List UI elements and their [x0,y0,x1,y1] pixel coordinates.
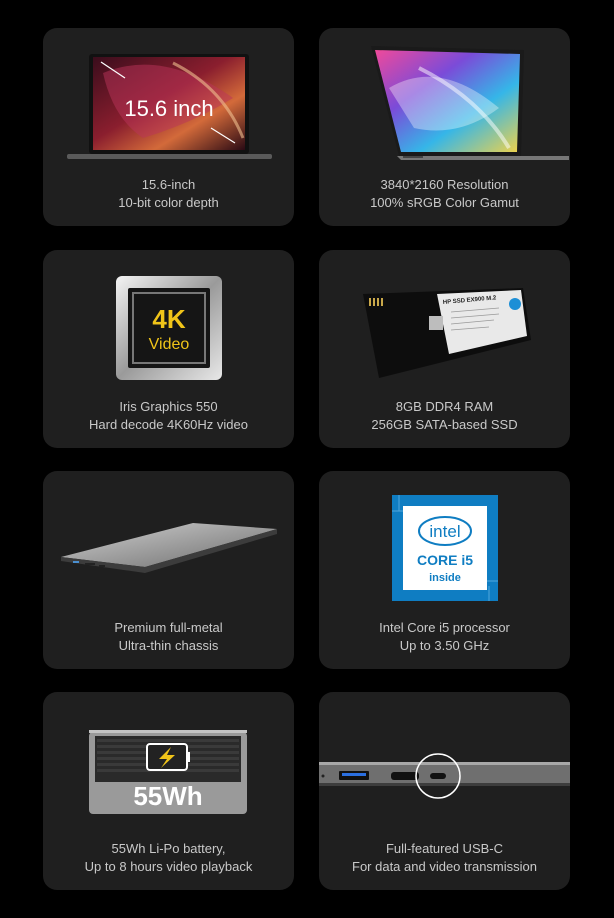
intel-inside-label: inside [429,572,461,584]
caption-line-1: Intel Core i5 processor [379,620,510,635]
laptop-screen-image: 15.6 inch [67,54,272,159]
caption: Intel Core i5 processor Up to 3.50 GHz [319,619,570,655]
caption-line-2: For data and video transmission [352,859,537,874]
caption: 8GB DDR4 RAM 256GB SATA-based SSD [319,398,570,434]
caption-line-1: Full-featured USB-C [385,841,504,856]
caption: 55Wh Li-Po battery, Up to 8 hours video … [43,840,294,876]
laptop-closed-image [61,523,277,573]
chip-label-bottom: Video [149,336,190,353]
caption-line-2: Hard decode 4K60Hz video [89,417,248,432]
caption: 3840*2160 Resolution 100% sRGB Color Gam… [319,176,570,212]
caption-line-2: 100% sRGB Color Gamut [370,195,519,210]
feature-card-memory-storage: HP SSD EX900 M.2 8GB DDR4 RAM 256GB SATA… [319,250,570,448]
chip-label-top: 4K [152,304,185,334]
caption-line-2: 256GB SATA-based SSD [371,417,518,432]
caption: Premium full-metal Ultra-thin chassis [43,619,294,655]
feature-card-processor: intel CORE i5 inside Intel Core i5 proce… [319,471,570,669]
ssd-module-image: HP SSD EX900 M.2 [363,288,531,378]
laptop-keyboard-battery-image: 55Wh [89,730,247,814]
caption-line-2: Up to 8 hours video playback [84,859,253,874]
caption-line-2: Up to 3.50 GHz [399,638,490,653]
feature-grid: 15.6 inch 15.6-inch 10-bit color depth 3… [0,0,614,918]
caption: Full-featured USB-C For data and video t… [319,840,570,876]
caption: Iris Graphics 550 Hard decode 4K60Hz vid… [43,398,294,434]
caption-line-1: 15.6-inch [141,177,196,192]
caption-line-1: 3840*2160 Resolution [380,177,509,192]
feature-card-screen-size: 15.6 inch 15.6-inch 10-bit color depth [43,28,294,226]
intel-core-i5-badge: intel CORE i5 inside [392,495,498,601]
caption-line-2: Ultra-thin chassis [118,638,219,653]
laptop-angled-image [371,46,569,160]
caption-line-2: 10-bit color depth [118,195,219,210]
screen-size-overlay: 15.6 inch [124,96,213,121]
feature-card-usb-c: Full-featured USB-C For data and video t… [319,692,570,890]
intel-brand: intel [429,522,460,541]
intel-core-label: CORE i5 [417,552,473,568]
caption-line-1: Premium full-metal [114,620,223,635]
feature-card-battery: 55Wh 55Wh Li-Po battery, Up to 8 hours v… [43,692,294,890]
battery-label: 55Wh [133,781,202,811]
caption: 15.6-inch 10-bit color depth [43,176,294,212]
feature-card-chassis: Premium full-metal Ultra-thin chassis [43,471,294,669]
caption-line-1: 8GB DDR4 RAM [395,399,494,414]
caption-line-1: Iris Graphics 550 [119,399,218,414]
laptop-ports-image [319,753,570,799]
feature-card-resolution: 3840*2160 Resolution 100% sRGB Color Gam… [319,28,570,226]
gpu-chip-image: 4K Video [116,276,222,380]
caption-line-1: 55Wh Li-Po battery, [111,841,226,856]
feature-card-graphics: 4K Video Iris Graphics 550 Hard decode 4… [43,250,294,448]
